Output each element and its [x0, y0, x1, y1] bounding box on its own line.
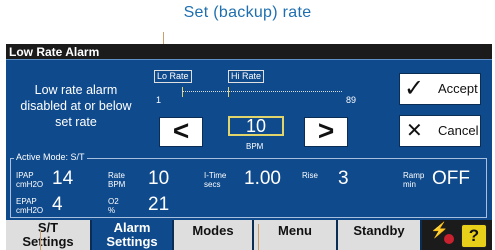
rate-label: Rate BPM — [108, 171, 125, 189]
range-track[interactable] — [182, 91, 342, 93]
epap-label: EPAP cmH2O — [16, 197, 43, 215]
device-screen: Low Rate Alarm Low rate alarm disabled a… — [6, 44, 492, 250]
callout-leader-bottom — [258, 224, 259, 250]
alarm-silenced-icon — [444, 234, 454, 244]
tab-alarm-settings[interactable]: Alarm Settings — [92, 220, 174, 250]
active-mode-title: Active Mode: S/T — [14, 152, 87, 162]
accept-button[interactable]: ✓ Accept — [399, 73, 481, 105]
ipap-value: 14 — [52, 168, 74, 189]
tab-alarm-line2: Settings — [106, 234, 158, 249]
itime-value: 1.00 — [244, 168, 281, 189]
cancel-button[interactable]: ✕ Cancel — [399, 115, 481, 147]
lo-rate-label: Lo Rate — [154, 70, 192, 83]
rate-value: 10 — [228, 116, 284, 136]
rise-label: Rise — [302, 171, 319, 180]
ipap-label: IPAP cmH2O — [16, 171, 43, 189]
tab-st-line1: S/T — [37, 220, 59, 235]
range-max: 89 — [346, 95, 357, 105]
epap-name: EPAP — [16, 197, 37, 206]
rate-unit: BPM — [246, 142, 264, 151]
increase-button[interactable]: > — [304, 117, 348, 147]
ramp-name: Ramp — [403, 171, 425, 180]
info-message: Low rate alarm disabled at or below set … — [20, 83, 132, 129]
window-title: Low Rate Alarm — [6, 44, 492, 60]
chevron-right-icon: > — [317, 115, 335, 146]
o2-unit: % — [108, 206, 116, 215]
rise-value: 3 — [338, 168, 349, 189]
o2-name: O2 — [108, 197, 119, 206]
rate-panel-value: 10 — [148, 168, 170, 189]
hi-rate-label: Hi Rate — [228, 70, 265, 83]
tab-standby[interactable]: Standby — [338, 220, 422, 250]
itime-name: I-Time — [204, 171, 227, 180]
ipap-name: IPAP — [16, 171, 34, 180]
accept-label: Accept — [438, 81, 478, 96]
checkmark-icon: ✓ — [404, 75, 425, 102]
close-icon: ✕ — [406, 120, 423, 142]
tab-st-line2: Settings — [22, 234, 74, 249]
tab-bar: S/T Settings Alarm Settings Modes Menu S… — [6, 220, 492, 250]
callout-set-backup-rate: Set (backup) rate — [183, 4, 312, 21]
tab-menu[interactable]: Menu — [254, 220, 338, 250]
o2-label: O2 % — [108, 197, 119, 215]
tab-alarm-line1: Alarm — [113, 220, 151, 235]
epap-unit: cmH2O — [16, 206, 44, 215]
o2-value: 21 — [148, 194, 170, 215]
cancel-label: Cancel — [438, 123, 479, 138]
tab-modes[interactable]: Modes — [174, 220, 254, 250]
tab-st-settings[interactable]: S/T Settings — [6, 220, 92, 250]
ipap-unit: cmH2O — [16, 180, 44, 189]
decrease-button[interactable]: < — [159, 117, 203, 147]
epap-value: 4 — [52, 194, 63, 215]
rate-unit-label: BPM — [108, 180, 126, 189]
itime-label: I-Time secs — [204, 171, 226, 189]
ramp-value: OFF — [432, 168, 470, 189]
itime-unit: secs — [204, 180, 221, 189]
help-button[interactable]: ? — [461, 224, 487, 248]
ramp-label: Ramp min — [403, 171, 424, 189]
chevron-left-icon: < — [172, 115, 190, 146]
rate-name: Rate — [108, 171, 125, 180]
callout-leader-bottom-left — [40, 230, 41, 250]
range-min: 1 — [156, 95, 162, 105]
ramp-unit: min — [403, 180, 416, 189]
